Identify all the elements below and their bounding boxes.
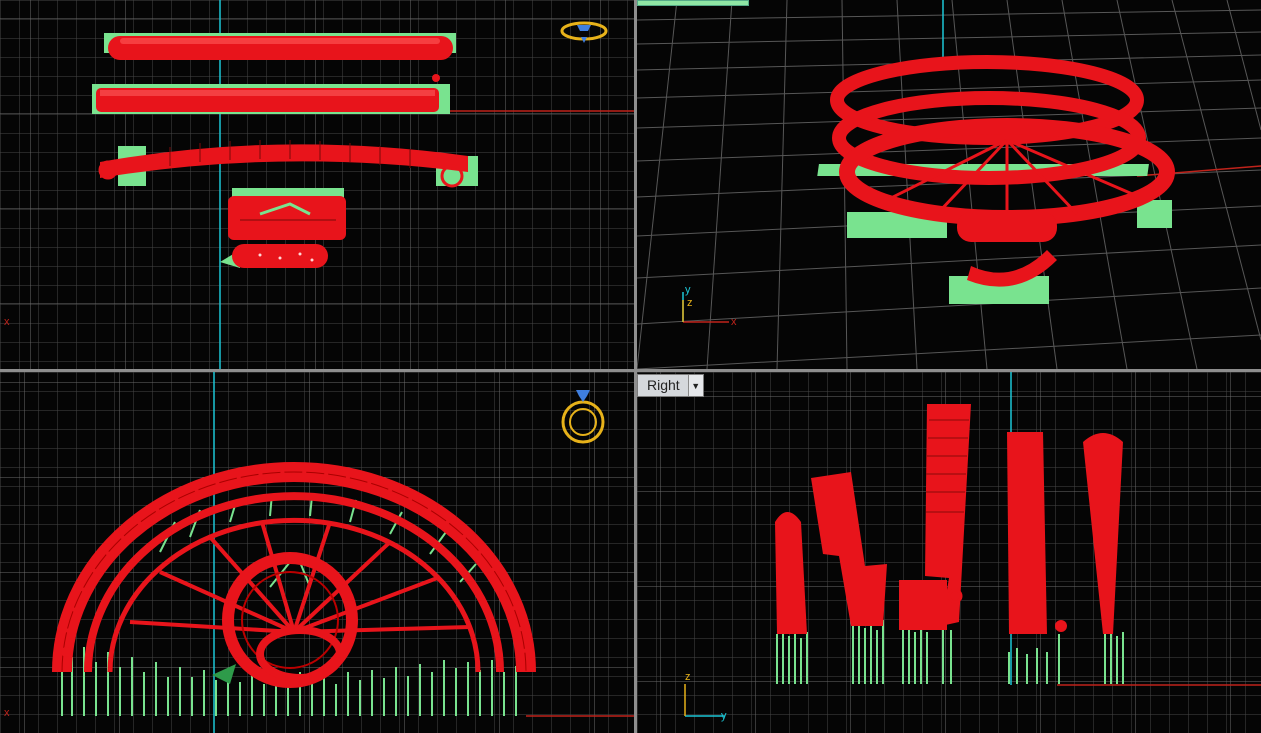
viewport-divider-vertical[interactable] (634, 0, 637, 733)
viewport-perspective-canvas[interactable]: x y z (637, 0, 1261, 369)
view-name-label[interactable]: Right (638, 375, 688, 396)
viewport-tab-perspective[interactable] (637, 0, 749, 6)
model-part-5[interactable] (220, 244, 328, 268)
axis-label-y: y (685, 284, 691, 296)
viewport-right[interactable]: y z Right ▼ (637, 372, 1261, 733)
axis-label-z: z (687, 297, 693, 309)
viewport-top-canvas[interactable]: x (0, 0, 634, 369)
viewport-front[interactable]: x (0, 372, 634, 733)
viewport-front-canvas[interactable]: x (0, 372, 634, 733)
viewport-divider-horizontal[interactable] (0, 369, 1261, 372)
axis-label-x: x (731, 316, 737, 328)
view-dropdown-icon[interactable]: ▼ (687, 375, 703, 396)
axis-label-z: z (685, 671, 691, 683)
corner-axis-label: x (4, 707, 10, 719)
corner-axis-label: x (4, 316, 10, 328)
model-part-1[interactable] (104, 33, 456, 60)
axis-label-y: y (721, 710, 727, 722)
view-name-tab[interactable]: Right ▼ (637, 374, 704, 397)
viewport-top[interactable]: x (0, 0, 634, 369)
viewport-right-canvas[interactable]: y z (637, 372, 1261, 733)
model-part-4[interactable] (228, 188, 346, 240)
perspective-model[interactable] (817, 55, 1175, 304)
viewport-perspective[interactable]: x y z (637, 0, 1261, 369)
